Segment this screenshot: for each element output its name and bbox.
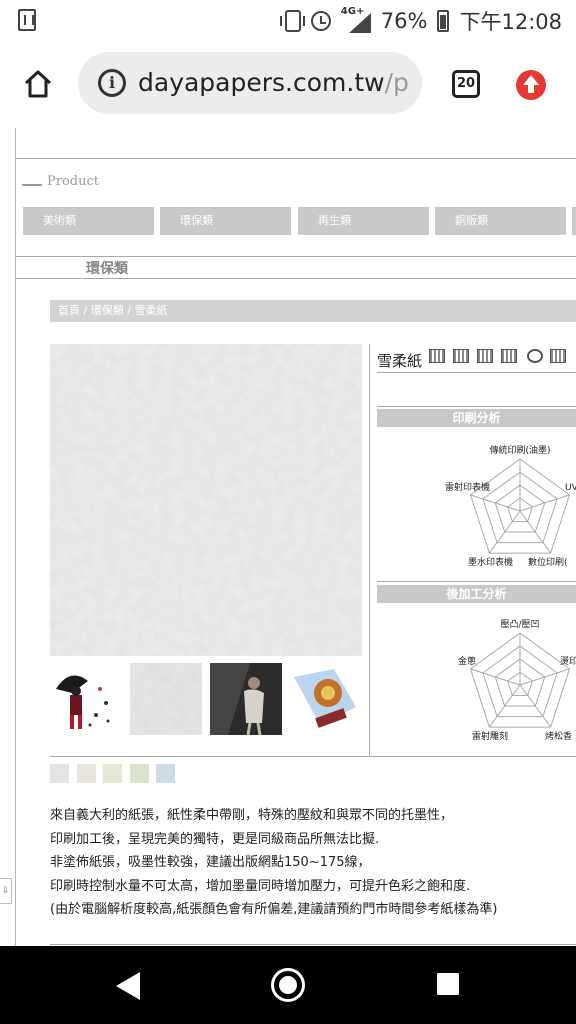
alarm-icon <box>310 11 331 31</box>
category-button-partial[interactable] <box>572 207 576 235</box>
thumbnail-girl-umbrella[interactable] <box>50 663 122 735</box>
battery-icon <box>437 10 450 32</box>
scroll-handle[interactable]: ⇩ <box>0 878 12 904</box>
color-swatch[interactable] <box>156 764 175 783</box>
breadcrumb[interactable]: 首頁 / 環保類 / 雪柔紙 <box>50 300 576 322</box>
system-nav-bar <box>0 946 576 1024</box>
divider <box>50 756 576 757</box>
paper-property-icon <box>501 349 517 363</box>
color-swatch[interactable] <box>77 764 96 783</box>
radar-axis-label: 金蔥 <box>458 655 476 667</box>
radar-axis-label: 雷射印表機 <box>445 481 490 493</box>
back-icon[interactable] <box>116 972 140 1000</box>
category-button-coated[interactable]: 銅版類 <box>435 207 566 235</box>
divider <box>15 256 576 257</box>
url-domain: dayapapers.com.tw <box>138 68 385 97</box>
product-description: 來自義大利的紙張，紙性柔中帶剛，特殊的壓紋和與眾不同的托墨性， 印刷加工後，呈現… <box>50 804 570 922</box>
clock: 下午12:08 <box>459 10 562 34</box>
product-name: 雪柔紙 <box>377 352 423 370</box>
radar-axis-label: 傳統印刷(油墨) <box>489 444 550 456</box>
color-swatch[interactable] <box>50 764 69 783</box>
paper-property-icon <box>453 349 469 363</box>
screenshot-icon <box>18 9 36 31</box>
paper-property-icon <box>477 349 493 363</box>
divider <box>377 372 576 373</box>
home-icon[interactable] <box>22 68 54 100</box>
divider <box>15 278 576 279</box>
paper-property-icon <box>527 349 543 363</box>
radar-axis-label: 壓凸/壓凹 <box>500 619 539 630</box>
vibrate-icon <box>279 10 305 32</box>
home-circle-icon[interactable] <box>271 968 305 1002</box>
description-line: 印刷加工後，呈現完美的獨特，更是同級商品所無法比擬. <box>50 831 380 847</box>
category-button-eco[interactable]: 環保類 <box>160 207 291 235</box>
url-path: /pro <box>384 68 410 97</box>
thumbnail-card-box[interactable] <box>290 663 362 735</box>
radar-axis-label: 墨水印表機 <box>468 556 513 568</box>
category-button-recycled[interactable]: 再生類 <box>298 207 429 235</box>
recent-apps-icon[interactable] <box>437 973 459 995</box>
thumbnail-woman-photo[interactable] <box>210 663 282 735</box>
divider <box>377 406 576 407</box>
web-page: Product 美術類 環保類 再生類 銅版類 環保類 首頁 / 環保類 / 雪… <box>0 128 576 946</box>
divider <box>15 158 576 159</box>
color-swatch[interactable] <box>130 764 149 783</box>
browser-toolbar: i dayapapers.com.tw/pro 20 <box>0 40 576 128</box>
thumbnail-paper-texture[interactable] <box>130 663 202 735</box>
description-line: 非塗佈紙張，吸墨性較強，建議出版網點150~175線， <box>50 855 371 870</box>
print-analysis-radar: 傳統印刷(油墨) UV 數位印刷( 墨水印表機 雷射印表機 <box>445 444 576 568</box>
post-processing-radar: 壓凸/壓凹 燙印 烤松香 雷射雕刻 金蔥 <box>458 619 576 742</box>
radar-axis-label: 數位印刷( <box>528 556 568 568</box>
radar-axis-label: 烤松香 <box>545 730 572 742</box>
paper-property-icon <box>429 349 445 363</box>
divider <box>50 944 576 945</box>
tab-switcher-button[interactable]: 20 <box>452 70 480 98</box>
product-main-image <box>50 344 362 656</box>
address-bar[interactable]: i dayapapers.com.tw/pro <box>78 52 422 114</box>
description-line: (由於電腦解析度較高,紙張顏色會有所偏差,建議請預約門市時間參考紙樣為準) <box>50 902 498 917</box>
divider <box>377 581 576 582</box>
post-processing-header: 後加工分析 <box>377 585 576 603</box>
update-arrow-icon[interactable] <box>516 70 546 100</box>
signal-icon: 4G+ <box>341 6 371 33</box>
print-analysis-header: 印刷分析 <box>377 409 576 427</box>
battery-percent: 76% <box>380 9 428 33</box>
info-icon[interactable]: i <box>98 69 126 97</box>
color-swatch[interactable] <box>103 764 122 783</box>
radar-axis-label: 雷射雕刻 <box>472 730 508 742</box>
description-line: 印刷時控制水量不可太高，增加墨量同時增加壓力，可提升色彩之飽和度. <box>50 878 471 894</box>
product-dash <box>22 184 42 186</box>
section-title: 環保類 <box>86 261 128 277</box>
category-button-art[interactable]: 美術類 <box>23 207 154 235</box>
url-text[interactable]: dayapapers.com.tw/pro <box>138 68 410 97</box>
left-border <box>15 128 16 946</box>
radar-axis-label: UV <box>565 483 576 493</box>
description-line: 來自義大利的紙張，紙性柔中帶剛，特殊的壓紋和與眾不同的托墨性， <box>50 808 454 823</box>
product-label: Product <box>47 174 99 189</box>
status-bar: 4G+ 76% 下午12:08 <box>0 0 576 40</box>
radar-axis-label: 燙印 <box>560 655 576 667</box>
paper-property-icon <box>550 349 566 363</box>
column-divider <box>369 344 370 756</box>
